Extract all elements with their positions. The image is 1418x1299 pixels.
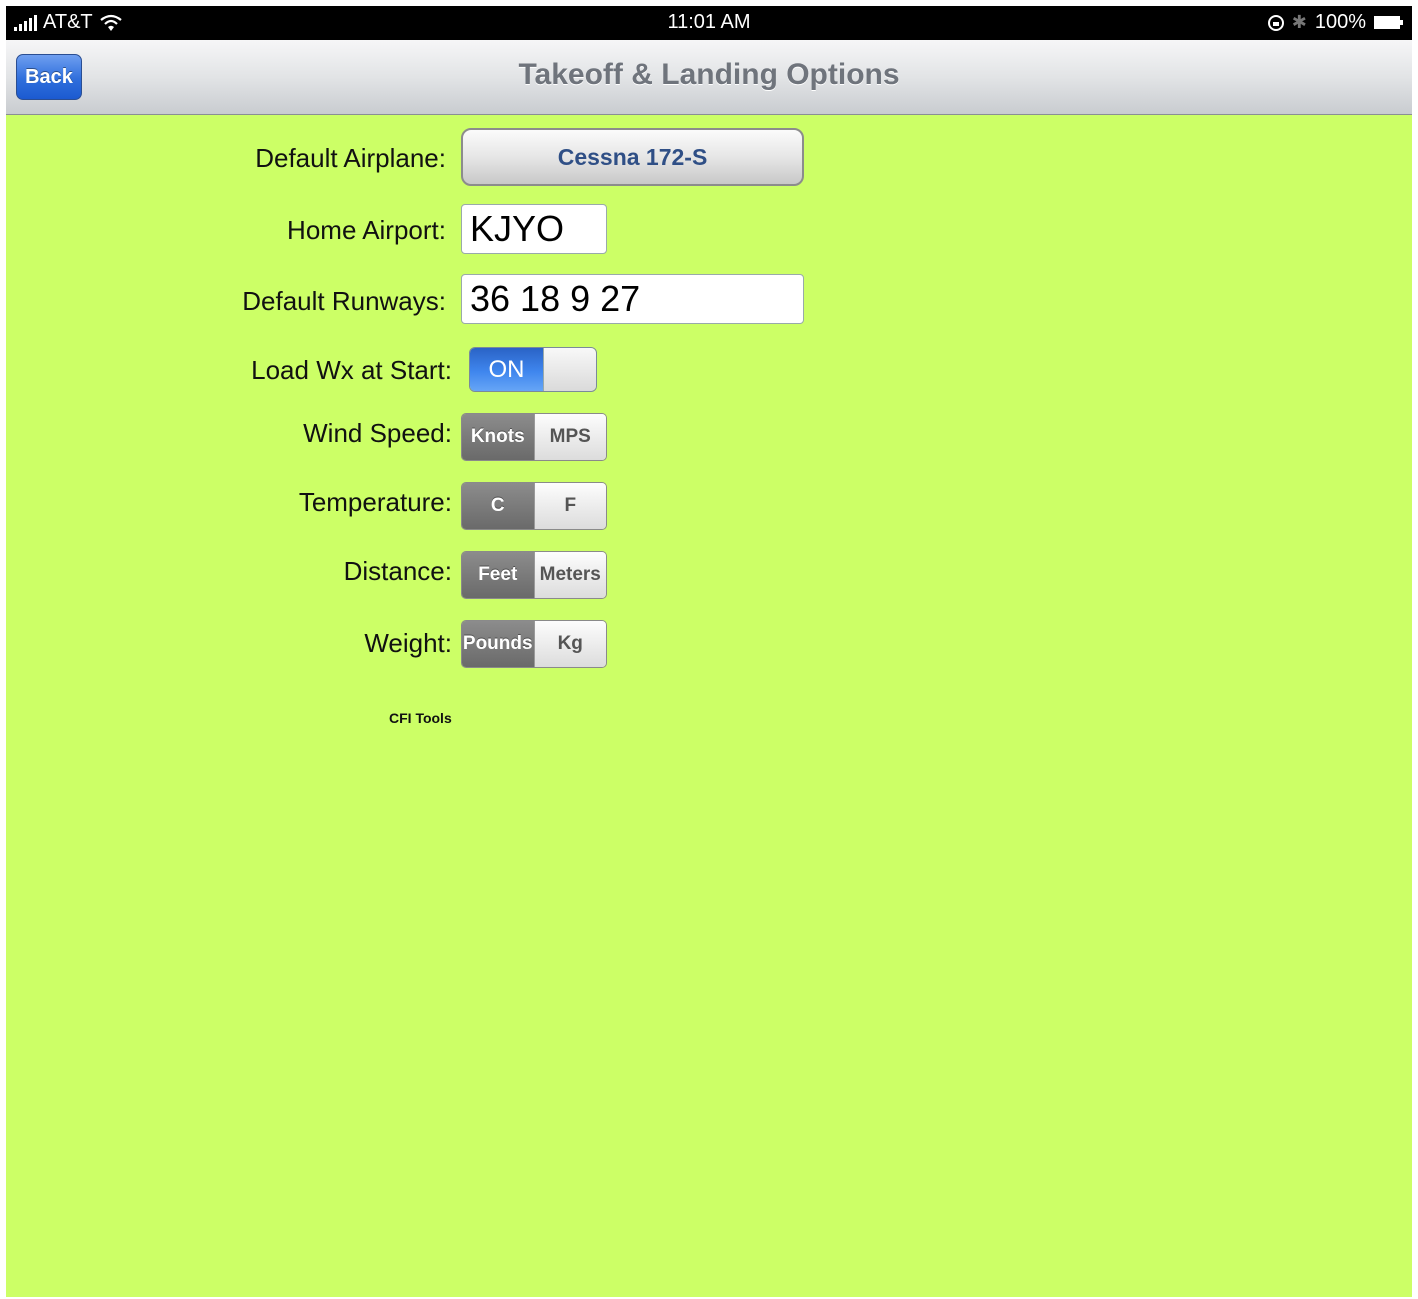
app-screen: AT&T 11:01 AM ✱ 100% Back Takeoff & Land…	[6, 6, 1412, 1297]
home-airport-field[interactable]: KJYO	[461, 204, 607, 254]
battery-percent: 100%	[1314, 11, 1366, 33]
status-bar: AT&T 11:01 AM ✱ 100%	[6, 6, 1412, 40]
switch-knob[interactable]	[543, 348, 596, 391]
temperature-segmented-control[interactable]: C F	[461, 482, 607, 530]
weight-label: Weight:	[364, 628, 452, 658]
segment-feet[interactable]: Feet	[462, 552, 534, 598]
segment-meters[interactable]: Meters	[533, 552, 606, 598]
wind-speed-label: Wind Speed:	[303, 418, 452, 448]
status-right: ✱ 100%	[1267, 11, 1403, 34]
segment-kg[interactable]: Kg	[533, 621, 606, 667]
status-time: 11:01 AM	[667, 11, 751, 33]
battery-icon	[1374, 16, 1403, 29]
wind-speed-segmented-control[interactable]: Knots MPS	[461, 413, 607, 461]
distance-label: Distance:	[343, 556, 452, 586]
load-wx-switch[interactable]: ON	[469, 347, 597, 392]
temperature-label: Temperature:	[298, 487, 452, 517]
home-airport-label: Home Airport:	[287, 215, 446, 245]
segment-pounds[interactable]: Pounds	[462, 621, 534, 667]
segment-mps[interactable]: MPS	[533, 414, 606, 460]
rotation-lock-icon	[1267, 14, 1284, 31]
segment-celsius[interactable]: C	[462, 483, 534, 529]
segment-fahrenheit[interactable]: F	[533, 483, 606, 529]
switch-on-label: ON	[470, 348, 543, 391]
bluetooth-icon: ✱	[1291, 12, 1307, 32]
default-airplane-label: Default Airplane:	[255, 143, 446, 173]
load-wx-label: Load Wx at Start:	[251, 355, 452, 385]
page-title: Takeoff & Landing Options	[518, 58, 900, 91]
default-airplane-button[interactable]: Cessna 172-S	[461, 128, 804, 186]
default-runways-field[interactable]: 36 18 9 27	[461, 274, 804, 324]
navigation-bar: Back Takeoff & Landing Options	[6, 40, 1412, 115]
segment-knots[interactable]: Knots	[462, 414, 534, 460]
distance-segmented-control[interactable]: Feet Meters	[461, 551, 607, 599]
default-runways-label: Default Runways:	[242, 286, 446, 316]
footer-label: CFI Tools	[389, 710, 452, 726]
weight-segmented-control[interactable]: Pounds Kg	[461, 620, 607, 668]
